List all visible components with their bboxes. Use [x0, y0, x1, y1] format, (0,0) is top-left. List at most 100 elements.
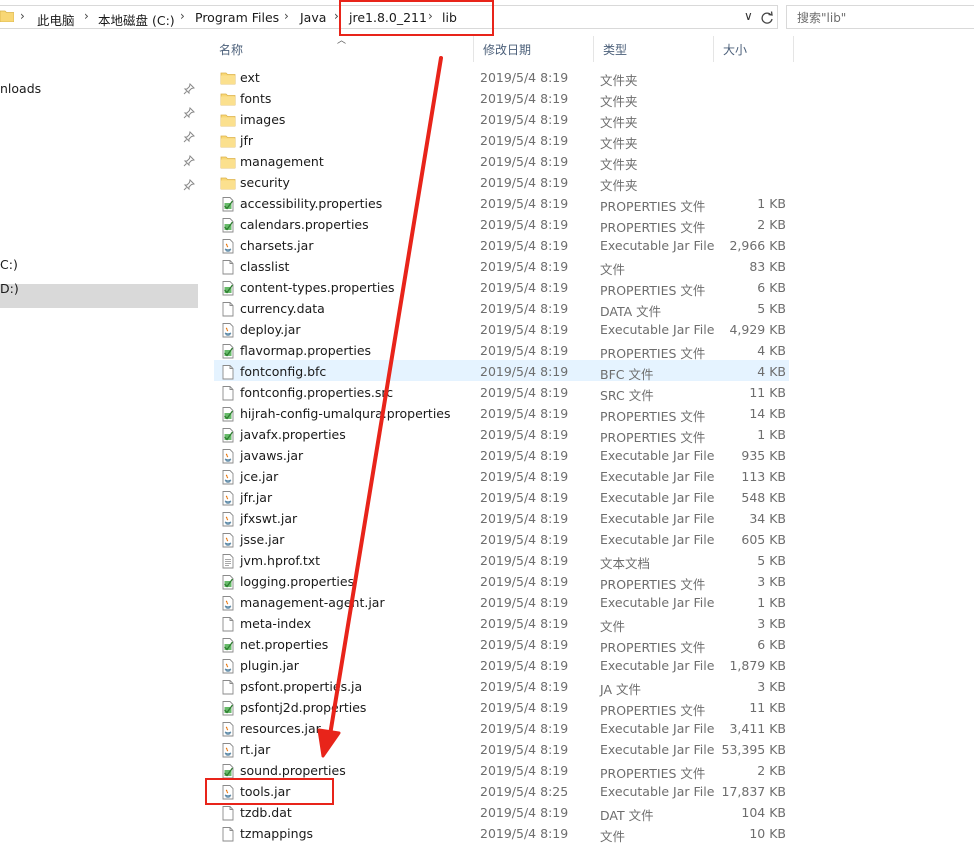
nav-item-drive-c-selected[interactable] [0, 284, 198, 308]
pin-icon[interactable] [183, 83, 195, 95]
file-row[interactable]: management 2019/5/4 8:19 文件夹 [214, 151, 789, 172]
file-name: security [240, 175, 290, 190]
file-row[interactable]: charsets.jar 2019/5/4 8:19 Executable Jar … [214, 235, 789, 256]
file-row[interactable]: jvm.hprof.txt 2019/5/4 8:19 文本文档 5 KB [214, 550, 789, 571]
breadcrumb-this-pc[interactable]: 此电脑 [37, 10, 75, 29]
file-type: Executable Jar File [600, 238, 715, 253]
file-date: 2019/5/4 8:19 [480, 721, 569, 736]
file-row[interactable]: accessibility.properties 2019/5/4 8:19 PRO… [214, 193, 789, 214]
column-header-date[interactable]: 修改日期 [474, 36, 594, 62]
file-row[interactable]: meta-index 2019/5/4 8:19 文件 3 KB [214, 613, 789, 634]
file-row[interactable]: jsse.jar 2019/5/4 8:19 Executable Jar File… [214, 529, 789, 550]
file-row[interactable]: fontconfig.properties.src 2019/5/4 8:19 SR… [214, 382, 789, 403]
pin-icon[interactable] [183, 131, 195, 143]
file-name: jvm.hprof.txt [240, 553, 321, 568]
file-row[interactable]: logging.properties 2019/5/4 8:19 PROPERTIE… [214, 571, 789, 592]
file-name: jsse.jar [240, 532, 285, 547]
file-row[interactable]: calendars.properties 2019/5/4 8:19 PROPERT… [214, 214, 789, 235]
file-type: 文件夹 [600, 73, 638, 88]
file-row[interactable]: jfr 2019/5/4 8:19 文件夹 [214, 130, 789, 151]
nav-item-drive-d[interactable]: D:) [0, 281, 19, 296]
file-row[interactable]: jfr.jar 2019/5/4 8:19 Executable Jar File 5… [214, 487, 789, 508]
file-size: 1 KB [757, 427, 786, 442]
blank-file-icon [220, 805, 236, 821]
search-input[interactable] [795, 7, 949, 29]
file-date: 2019/5/4 8:19 [480, 217, 569, 232]
breadcrumb-local-disk-c[interactable]: 本地磁盘 (C:) [98, 10, 175, 29]
folder-icon [220, 70, 236, 86]
breadcrumb-program-files[interactable]: Program Files [195, 10, 279, 25]
file-date: 2019/5/4 8:19 [480, 553, 569, 568]
file-row[interactable]: plugin.jar 2019/5/4 8:19 Executable Jar Fi… [214, 655, 789, 676]
file-row[interactable]: fontconfig.bfc 2019/5/4 8:19 BFC 文件 4 KB [214, 361, 789, 382]
file-type: PROPERTIES 文件 [600, 220, 706, 235]
file-row[interactable]: tzmappings 2019/5/4 8:19 文件 10 KB [214, 823, 789, 844]
file-row[interactable]: management-agent.jar 2019/5/4 8:19 Executa… [214, 592, 789, 613]
file-row[interactable]: hijrah-config-umalqura.properties 2019/5/… [214, 403, 789, 424]
file-size: 2 KB [757, 763, 786, 778]
file-date: 2019/5/4 8:19 [480, 679, 569, 694]
file-row[interactable]: security 2019/5/4 8:19 文件夹 [214, 172, 789, 193]
refresh-icon[interactable] [758, 9, 776, 27]
column-header-type[interactable]: 类型 [594, 36, 714, 62]
nav-item-drive-c[interactable]: C:) [0, 257, 18, 272]
column-header-name[interactable]: 名称 [210, 36, 474, 62]
file-row[interactable]: javaws.jar 2019/5/4 8:19 Executable Jar Fi… [214, 445, 789, 466]
file-name: hijrah-config-umalqura.properties [240, 406, 451, 421]
address-history-dropdown-icon[interactable]: ∨ [744, 9, 753, 23]
file-size: 1 KB [757, 595, 786, 610]
file-row[interactable]: currency.data 2019/5/4 8:19 DATA 文件 5 KB [214, 298, 789, 319]
file-row[interactable]: fonts 2019/5/4 8:19 文件夹 [214, 88, 789, 109]
pin-icon[interactable] [183, 155, 195, 167]
file-name: fonts [240, 91, 272, 106]
file-row[interactable]: ext 2019/5/4 8:19 文件夹 [214, 67, 789, 88]
file-row[interactable]: flavormap.properties 2019/5/4 8:19 PROPERT… [214, 340, 789, 361]
file-name: deploy.jar [240, 322, 301, 337]
pin-icon[interactable] [183, 107, 195, 119]
file-type: DAT 文件 [600, 808, 654, 823]
file-size: 6 KB [757, 637, 786, 652]
file-size: 113 KB [741, 469, 786, 484]
file-date: 2019/5/4 8:19 [480, 280, 569, 295]
file-name: jfr.jar [240, 490, 273, 505]
file-size: 14 KB [749, 406, 786, 421]
search-box[interactable] [786, 5, 974, 29]
file-date: 2019/5/4 8:19 [480, 427, 569, 442]
file-size: 4,929 KB [729, 322, 786, 337]
pin-icon[interactable] [183, 179, 195, 191]
file-date: 2019/5/4 8:19 [480, 574, 569, 589]
file-row[interactable]: net.properties 2019/5/4 8:19 PROPERTIES 文件… [214, 634, 789, 655]
file-row[interactable]: tzdb.dat 2019/5/4 8:19 DAT 文件 104 KB [214, 802, 789, 823]
file-row[interactable]: resources.jar 2019/5/4 8:19 Executable Jar… [214, 718, 789, 739]
file-row[interactable]: images 2019/5/4 8:19 文件夹 [214, 109, 789, 130]
file-row[interactable]: deploy.jar 2019/5/4 8:19 Executable Jar Fi… [214, 319, 789, 340]
file-row[interactable]: javafx.properties 2019/5/4 8:19 PROPERTIES… [214, 424, 789, 445]
file-date: 2019/5/4 8:19 [480, 658, 569, 673]
file-row[interactable]: jce.jar 2019/5/4 8:19 Executable Jar File 1… [214, 466, 789, 487]
file-row[interactable]: psfont.properties.ja 2019/5/4 8:19 JA 文件 3 … [214, 676, 789, 697]
file-row[interactable]: rt.jar 2019/5/4 8:19 Executable Jar File 53… [214, 739, 789, 760]
file-date: 2019/5/4 8:19 [480, 595, 569, 610]
file-row[interactable]: content-types.properties 2019/5/4 8:19 PRO… [214, 277, 789, 298]
properties-file-icon [220, 217, 236, 233]
jar-file-icon [220, 448, 236, 464]
file-size: 2 KB [757, 217, 786, 232]
file-name: fontconfig.properties.src [240, 385, 394, 400]
file-size: 605 KB [741, 532, 786, 547]
file-size: 34 KB [749, 511, 786, 526]
file-type: Executable Jar File [600, 322, 715, 337]
nav-item-downloads[interactable]: nloads [0, 81, 41, 96]
file-size: 1,879 KB [729, 658, 786, 673]
file-type: PROPERTIES 文件 [600, 283, 706, 298]
file-row[interactable]: classlist 2019/5/4 8:19 文件 83 KB [214, 256, 789, 277]
file-type: Executable Jar File [600, 721, 715, 736]
file-row[interactable]: jfxswt.jar 2019/5/4 8:19 Executable Jar Fi… [214, 508, 789, 529]
breadcrumb-java[interactable]: Java [300, 10, 326, 25]
file-size: 83 KB [749, 259, 786, 274]
properties-file-icon [220, 700, 236, 716]
file-row[interactable]: psfontj2d.properties 2019/5/4 8:19 PROPERT… [214, 697, 789, 718]
file-date: 2019/5/4 8:19 [480, 826, 569, 841]
column-header-size[interactable]: 大小 [714, 36, 794, 62]
jar-file-icon [220, 490, 236, 506]
properties-file-icon [220, 406, 236, 422]
